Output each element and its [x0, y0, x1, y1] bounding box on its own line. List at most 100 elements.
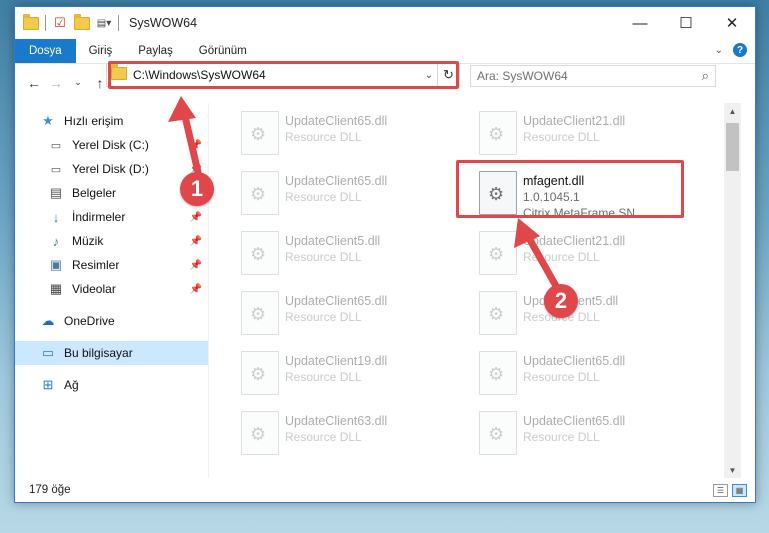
minimize-button[interactable]: —	[617, 7, 663, 39]
sidebar-item-downloads[interactable]: ↓ İndirmeler 📌	[15, 205, 208, 229]
computer-icon: ▭	[41, 345, 55, 360]
documents-icon: ▤	[49, 185, 63, 200]
pin-icon[interactable]: 📌	[190, 260, 202, 271]
file-name: UpdateClient65.dll	[523, 354, 626, 368]
sidebar-item-label: OneDrive	[64, 314, 115, 328]
maximize-button[interactable]: ☐	[663, 7, 709, 39]
file-item[interactable]: UpdateClient65.dll Resource DLL	[237, 107, 473, 163]
folder-icon	[111, 64, 127, 83]
sidebar-item-onedrive[interactable]: ☁ OneDrive	[15, 309, 208, 333]
dll-file-icon	[241, 111, 279, 155]
dll-file-icon	[479, 111, 517, 155]
help-icon[interactable]: ?	[733, 43, 747, 57]
sidebar-item-local-disk-c[interactable]: ▭ Yerel Disk (C:) 📌	[15, 133, 208, 157]
file-description: Resource DLL	[523, 250, 600, 264]
divider	[45, 15, 46, 31]
folder-icon	[23, 13, 39, 31]
window-controls: — ☐ ✕	[617, 7, 755, 39]
expand-ribbon-icon[interactable]: ⌄	[715, 45, 723, 56]
sidebar-item-network[interactable]: ⊞ Ağ	[15, 373, 208, 397]
dll-file-icon	[241, 231, 279, 275]
sidebar-item-documents[interactable]: ▤ Belgeler 📌	[15, 181, 208, 205]
pin-icon[interactable]: 📌	[190, 212, 202, 223]
tab-view[interactable]: Görünüm	[186, 39, 260, 63]
file-item[interactable]: UpdateClient65.dll Resource DLL	[237, 287, 473, 343]
vertical-scrollbar[interactable]: ▲ ▼	[724, 103, 741, 478]
sidebar-item-local-disk-d[interactable]: ▭ Yerel Disk (D:) 📌	[15, 157, 208, 181]
properties-icon[interactable]: ☑	[52, 15, 68, 31]
file-item[interactable]: UpdateClient65.dll Resource DLL	[237, 167, 473, 223]
recent-locations-button[interactable]: ⌄	[67, 72, 89, 94]
close-button[interactable]: ✕	[709, 7, 755, 39]
dll-file-icon	[479, 231, 517, 275]
file-item[interactable]: UpdateClient21.dll Resource DLL	[475, 227, 711, 283]
file-item[interactable]: UpdateClient19.dll Resource DLL	[237, 347, 473, 403]
file-item[interactable]: UpdateClient5.dllResource DLL	[475, 287, 711, 343]
file-name: UpdateClient21.dll	[523, 234, 626, 248]
file-description: Resource DLL	[285, 250, 362, 264]
ribbon-tabs: Dosya Giriş Paylaş Görünüm ⌄ ?	[15, 39, 755, 63]
video-icon: ▦	[49, 281, 63, 296]
search-box[interactable]: ⌕	[470, 65, 716, 87]
file-item[interactable]: UpdateClient63.dll Resource DLL	[237, 407, 473, 463]
file-item[interactable]: UpdateClient21.dll Resource DLL	[475, 107, 711, 163]
file-item[interactable]: UpdateClient65.dll Resource DLL	[475, 347, 711, 403]
file-name: UpdateClient5.dll	[285, 234, 381, 248]
title-bar: ☑ ▤▾ SysWOW64 — ☐ ✕	[15, 7, 755, 39]
search-icon[interactable]: ⌕	[702, 68, 709, 84]
tiles-view-icon[interactable]: ▦	[732, 484, 747, 497]
chevron-down-icon[interactable]: ⌄	[421, 70, 437, 81]
new-folder-icon[interactable]	[74, 13, 90, 31]
window-title: SysWOW64	[129, 16, 198, 30]
dll-file-icon	[241, 411, 279, 455]
dll-file-icon	[241, 351, 279, 395]
sidebar-item-label: Müzik	[72, 234, 104, 248]
divider	[118, 15, 119, 31]
star-icon: ★	[42, 113, 54, 128]
scroll-thumb[interactable]	[726, 123, 739, 171]
file-name: UpdateClient65.dll	[285, 294, 388, 308]
sidebar-item-label: Videolar	[72, 282, 116, 296]
pin-icon[interactable]: 📌	[190, 236, 202, 247]
dll-file-icon	[479, 291, 517, 335]
address-bar[interactable]: C:\Windows\SysWOW64 ⌄ ↻	[106, 63, 460, 87]
dll-file-icon	[479, 411, 517, 455]
status-bar: 179 öğe ☰ ▦	[15, 478, 755, 502]
sidebar-item-label: Bu bilgisayar	[64, 346, 133, 360]
address-path[interactable]: C:\Windows\SysWOW64	[133, 68, 421, 82]
navigation-pane: ★ Hızlı erişim ▭ Yerel Disk (C:) 📌 ▭ Yer…	[15, 103, 209, 478]
scroll-down-icon[interactable]: ▼	[724, 462, 741, 478]
file-description: Resource DLL	[285, 310, 362, 324]
sidebar-item-this-pc[interactable]: ▭ Bu bilgisayar	[15, 341, 208, 365]
dll-file-icon	[241, 291, 279, 335]
file-item[interactable]: UpdateClient5.dll Resource DLL	[237, 227, 473, 283]
dll-file-icon	[479, 351, 517, 395]
sidebar-item-music[interactable]: ♪ Müzik 📌	[15, 229, 208, 253]
download-icon: ↓	[52, 209, 60, 225]
drive-icon: ▭	[50, 139, 62, 152]
pin-icon[interactable]: 📌	[190, 140, 202, 151]
tab-home[interactable]: Giriş	[76, 39, 126, 63]
sidebar-item-pictures[interactable]: ▣ Resimler 📌	[15, 253, 208, 277]
file-description: Resource DLL	[285, 130, 362, 144]
details-view-icon[interactable]: ☰	[713, 484, 728, 497]
file-description: Resource DLL	[523, 370, 600, 384]
file-name: UpdateClient65.dll	[523, 414, 626, 428]
file-item[interactable]: UpdateClient65.dll Resource DLL	[475, 407, 711, 463]
pin-icon[interactable]: 📌	[190, 284, 202, 295]
file-highlight-box	[456, 160, 684, 218]
search-input[interactable]	[477, 69, 702, 83]
file-name: UpdateClient63.dll	[285, 414, 388, 428]
forward-button[interactable]: →	[45, 72, 67, 94]
sidebar-item-videos[interactable]: ▦ Videolar 📌	[15, 277, 208, 301]
file-description: Resource DLL	[285, 190, 362, 204]
sidebar-item-label: Hızlı erişim	[64, 114, 124, 128]
back-button[interactable]: ←	[23, 72, 45, 94]
refresh-icon[interactable]: ↻	[437, 64, 459, 86]
scroll-up-icon[interactable]: ▲	[724, 103, 741, 119]
customize-toolbar-icon[interactable]: ▤▾	[96, 15, 112, 31]
tab-share[interactable]: Paylaş	[125, 39, 186, 63]
tab-file[interactable]: Dosya	[15, 39, 76, 63]
dll-file-icon	[241, 171, 279, 215]
sidebar-item-quick-access[interactable]: ★ Hızlı erişim	[15, 109, 208, 133]
